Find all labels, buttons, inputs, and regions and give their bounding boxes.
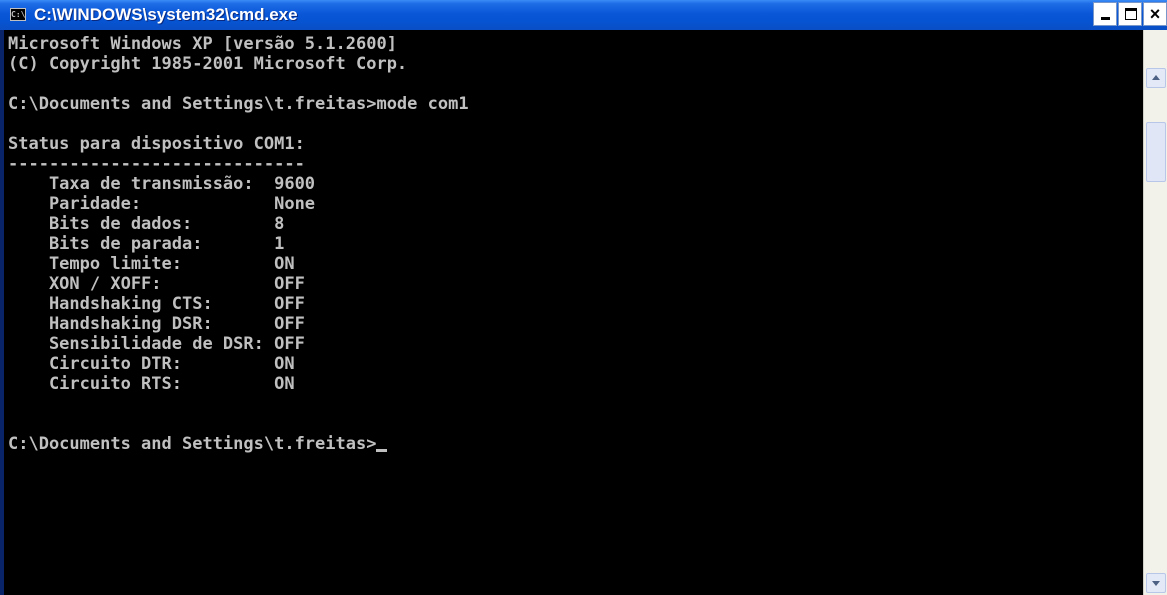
arrow-up-icon — [1152, 75, 1160, 80]
arrow-down-icon — [1152, 581, 1160, 586]
console-output[interactable]: Microsoft Windows XP [versão 5.1.2600] (C… — [4, 30, 1143, 595]
minimize-icon — [1101, 17, 1110, 20]
console-text: Microsoft Windows XP [versão 5.1.2600] (C… — [8, 34, 469, 454]
console-line: Handshaking DSR: OFF — [8, 314, 305, 334]
console-line: Circuito DTR: ON — [8, 354, 295, 374]
console-line: Microsoft Windows XP [versão 5.1.2600] — [8, 34, 397, 54]
maximize-button[interactable] — [1118, 2, 1142, 26]
console-line: ----------------------------- — [8, 154, 305, 174]
minimize-button[interactable] — [1093, 2, 1117, 26]
console-line: Status para dispositivo COM1: — [8, 134, 305, 154]
prompt-line[interactable]: C:\Documents and Settings\t.freitas> — [8, 434, 469, 454]
maximize-icon — [1125, 8, 1137, 20]
close-button[interactable]: × — [1143, 2, 1167, 26]
window-title: C:\WINDOWS\system32\cmd.exe — [34, 5, 298, 24]
title-bar[interactable]: C:\ C:\WINDOWS\system32\cmd.exe × — [0, 0, 1167, 30]
cmd-window: C:\ C:\WINDOWS\system32\cmd.exe × Micros… — [0, 0, 1167, 595]
cmd-icon[interactable]: C:\ — [10, 8, 26, 21]
console-line: Handshaking CTS: OFF — [8, 294, 305, 314]
vertical-scrollbar[interactable] — [1143, 30, 1167, 595]
console-line: Bits de parada: 1 — [8, 234, 285, 254]
console-line: (C) Copyright 1985-2001 Microsoft Corp. — [8, 54, 408, 74]
scroll-up-button[interactable] — [1146, 68, 1166, 88]
scrollbar-thumb[interactable] — [1146, 122, 1166, 182]
console-line: XON / XOFF: OFF — [8, 274, 305, 294]
text-cursor — [376, 449, 388, 452]
console-line: Tempo limite: ON — [8, 254, 295, 274]
console-line: Bits de dados: 8 — [8, 214, 285, 234]
console-line: Sensibilidade de DSR: OFF — [8, 334, 305, 354]
console-line: Taxa de transmissão: 9600 — [8, 174, 316, 194]
prompt-text: C:\Documents and Settings\t.freitas> — [8, 434, 377, 454]
console-line: C:\Documents and Settings\t.freitas>mode… — [8, 94, 469, 114]
console-line: Paridade: None — [8, 194, 316, 214]
scroll-down-button[interactable] — [1146, 573, 1166, 593]
console-line: Circuito RTS: ON — [8, 374, 295, 394]
close-icon: × — [1149, 4, 1161, 24]
